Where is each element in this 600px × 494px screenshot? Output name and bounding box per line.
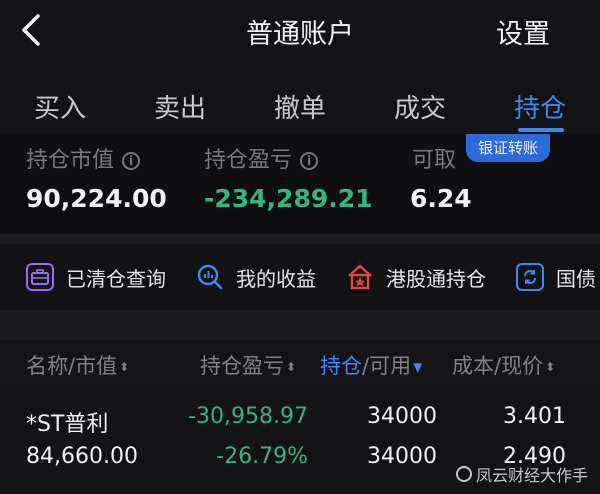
quick-action-hk-connect[interactable]: 港股通持仓 bbox=[346, 262, 486, 292]
holdings-table-header: 名称/市值 ⬍ 持仓盈亏 ⬍ 持仓/可用 ▼ 成本/现价 ⬍ bbox=[0, 340, 600, 388]
quick-action-label: 港股通持仓 bbox=[386, 266, 486, 291]
settings-button[interactable]: 设置 bbox=[496, 12, 550, 51]
position-pnl: -234,289.21 bbox=[204, 184, 373, 213]
stock-position: 34000 bbox=[367, 404, 437, 429]
trade-tabs: 买入 卖出 撤单 成交 持仓 bbox=[0, 88, 600, 134]
account-summary: 持仓市值 i 90,224.00 持仓盈亏 i -234,289.21 可取 6.2… bbox=[0, 134, 600, 234]
sort-icon: ⬍ bbox=[286, 360, 297, 374]
chart-search-icon bbox=[196, 263, 224, 291]
tab-deals[interactable]: 成交 bbox=[394, 88, 446, 125]
watermark-logo-icon bbox=[455, 466, 472, 482]
top-bar: 普通账户 设置 bbox=[0, 0, 600, 64]
sort-icon: ⬍ bbox=[119, 360, 130, 374]
briefcase-icon bbox=[26, 263, 54, 291]
header-label: 持仓 bbox=[320, 354, 362, 378]
header-label: /可用 bbox=[362, 354, 412, 378]
quick-actions: 已清仓查询 我的收益 港股通持仓 国债 bbox=[0, 244, 600, 310]
stock-market-value: 84,660.00 bbox=[26, 444, 138, 469]
stock-available: 34000 bbox=[367, 444, 437, 469]
header-name-value[interactable]: 名称/市值 ⬍ bbox=[26, 350, 129, 380]
quick-action-my-earnings[interactable]: 我的收益 bbox=[196, 262, 316, 292]
quick-action-cleared-query[interactable]: 已清仓查询 bbox=[26, 262, 166, 292]
watermark-text: 凤云财经大作手 bbox=[475, 466, 588, 485]
market-value-label-group: 持仓市值 i bbox=[26, 142, 141, 174]
stock-pnl-percent: -26.79% bbox=[216, 444, 308, 469]
withdrawable-value: 6.24 bbox=[410, 184, 472, 213]
info-icon[interactable]: i bbox=[300, 152, 319, 170]
tab-sell[interactable]: 卖出 bbox=[154, 88, 206, 125]
divider bbox=[0, 310, 600, 340]
refresh-icon bbox=[516, 263, 544, 291]
quick-action-label: 已清仓查询 bbox=[66, 266, 166, 291]
sort-icon: ⬍ bbox=[545, 360, 556, 374]
stock-cost: 3.401 bbox=[503, 404, 566, 429]
divider bbox=[0, 234, 600, 244]
tab-positions[interactable]: 持仓 bbox=[514, 88, 566, 125]
info-icon[interactable]: i bbox=[122, 152, 141, 170]
sort-desc-icon: ▼ bbox=[413, 360, 423, 374]
header-label: 持仓盈亏 bbox=[200, 354, 284, 378]
header-position-available[interactable]: 持仓/可用 ▼ bbox=[320, 350, 422, 380]
header-pnl[interactable]: 持仓盈亏 ⬍ bbox=[200, 350, 296, 380]
pnl-label-group: 持仓盈亏 i bbox=[204, 142, 319, 174]
header-label: 名称/市值 bbox=[26, 354, 118, 378]
stock-pnl: -30,958.97 bbox=[188, 404, 308, 429]
quick-action-treasury[interactable]: 国债 bbox=[516, 262, 596, 292]
header-cost-price[interactable]: 成本/现价 ⬍ bbox=[452, 350, 555, 380]
withdrawable-label: 可取 bbox=[412, 148, 457, 173]
header-label: 成本/现价 bbox=[452, 354, 544, 378]
active-tab-indicator bbox=[518, 128, 564, 132]
quick-action-label: 国债 bbox=[556, 266, 596, 291]
market-value-label: 持仓市值 bbox=[26, 148, 115, 173]
watermark: 凤云财经大作手 bbox=[455, 462, 588, 486]
tab-cancel[interactable]: 撤单 bbox=[274, 88, 326, 125]
quick-action-label: 我的收益 bbox=[236, 266, 316, 291]
bank-transfer-button[interactable]: 银证转账 bbox=[466, 134, 551, 162]
market-value: 90,224.00 bbox=[26, 184, 167, 213]
tab-buy[interactable]: 买入 bbox=[34, 88, 86, 125]
house-star-icon bbox=[346, 263, 374, 291]
pnl-label: 持仓盈亏 bbox=[204, 148, 293, 173]
stock-name: *ST普利 bbox=[26, 412, 109, 437]
